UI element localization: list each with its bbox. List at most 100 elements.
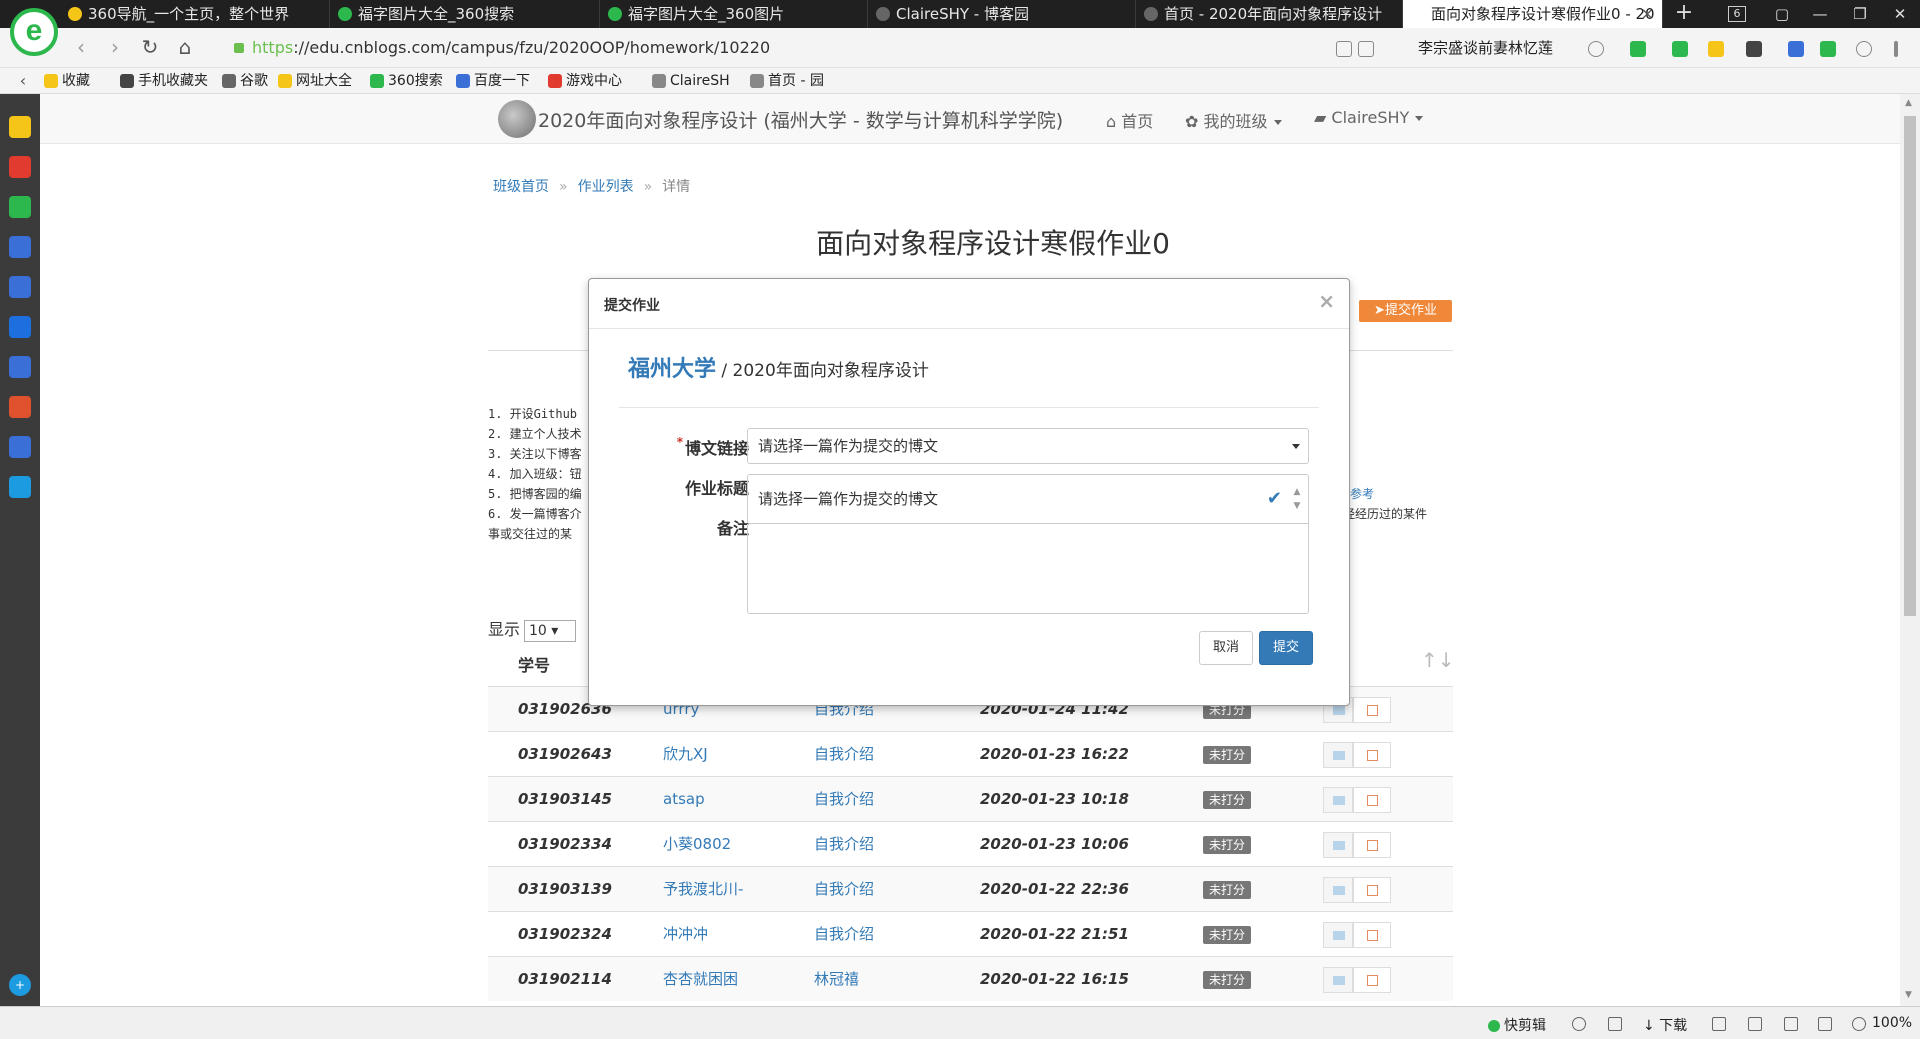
blog-link-select[interactable]: 请选择一篇作为提交的博文 [747,428,1309,464]
view-button[interactable] [1323,832,1353,858]
spinner-arrows-icon[interactable]: ▲ ▼ [1290,485,1304,513]
close-icon[interactable]: × [1318,289,1335,313]
volume-icon[interactable] [1818,1017,1832,1031]
browser-tab[interactable]: 福字图片大全_360搜索 [330,0,600,28]
post-link[interactable]: 自我介绍 [814,732,874,777]
address-hot-search[interactable]: 李宗盛谈前妻林忆莲 [1418,34,1553,62]
scroll-thumb[interactable] [1904,116,1916,616]
scissors-icon[interactable] [1630,41,1646,57]
bookmark-item[interactable]: 游戏中心 [548,68,622,94]
translate-icon[interactable] [1672,41,1688,57]
new-tab-button[interactable]: + [1670,0,1698,28]
bookmark-item[interactable]: 百度一下 [456,68,530,94]
close-window-icon[interactable]: ✕ [1880,0,1920,28]
page-size-select[interactable]: 10 ▾ [524,619,577,642]
browser-tab[interactable]: 面向对象程序设计寒假作业0 - 20 × [1403,0,1663,28]
post-link[interactable]: 林冠禧 [814,957,859,1002]
bookmark-item[interactable]: ClaireSH [652,68,730,94]
nav-home[interactable]: ⌂ 首页 [1106,108,1153,132]
quick-edit-button[interactable]: 快剪辑 [1488,1015,1546,1035]
view-button[interactable] [1323,922,1353,948]
nav-user[interactable]: ▰ ClaireSHY [1314,108,1424,127]
back-icon[interactable]: ‹ [68,36,94,60]
scroll-down-icon[interactable]: ▼ [1905,990,1915,1000]
menu-icon[interactable] [1894,41,1898,57]
undo-icon[interactable] [1856,41,1872,57]
avatar[interactable] [498,100,536,138]
post-link[interactable]: 自我介绍 [814,867,874,912]
sidebar-app-icon[interactable] [9,476,31,498]
sidebar-app-icon[interactable] [9,276,31,298]
bookmarks-toggle-icon[interactable]: ‹ [10,68,36,92]
view-button[interactable] [1323,787,1353,813]
sidebar-add-icon[interactable]: + [9,974,31,996]
clear-icon[interactable] [1748,1017,1762,1031]
grade-button[interactable] [1353,787,1391,813]
window-icon[interactable] [1784,1017,1798,1031]
grade-button[interactable] [1353,967,1391,993]
scroll-up-icon[interactable]: ▲ [1905,98,1915,108]
post-link[interactable]: 自我介绍 [814,912,874,957]
qr-icon[interactable] [1336,41,1352,57]
bookmark-item[interactable]: 手机收藏夹 [120,68,208,94]
sidebar-app-icon[interactable] [9,356,31,378]
sidebar-app-icon[interactable] [9,116,31,138]
browser-tab[interactable]: ClaireSHY - 博客园 [868,0,1136,28]
sidebar-app-icon[interactable] [9,316,31,338]
zoom-level[interactable]: 100% [1872,1015,1912,1031]
student-user-link[interactable]: 予我渡北川- [663,867,743,912]
grade-button[interactable] [1353,922,1391,948]
restore-icon[interactable]: ❐ [1840,0,1880,28]
browser-tab[interactable]: 首页 - 2020年面向对象程序设计 [1136,0,1403,28]
view-button[interactable] [1323,742,1353,768]
sidebar-app-icon[interactable] [9,436,31,458]
sidebar-app-icon[interactable] [9,396,31,418]
tab-count-badge[interactable]: 6 [1728,6,1746,22]
flag-icon[interactable] [1712,1017,1726,1031]
browser-tab[interactable]: 福字图片大全_360图片 [600,0,868,28]
student-user-link[interactable]: 杏杏就困困 [663,957,738,1002]
download-button[interactable]: ↓ 下载 [1643,1015,1687,1035]
sidebar-app-icon[interactable] [9,196,31,218]
bookmark-item[interactable]: 首页 - 园 [750,68,824,94]
bookmark-item[interactable]: 网址大全 [278,68,352,94]
post-link[interactable]: 自我介绍 [814,777,874,822]
cancel-button[interactable]: 取消 [1199,631,1253,665]
breadcrumb-hw-list[interactable]: 作业列表 [578,179,634,195]
grade-button[interactable] [1353,877,1391,903]
student-user-link[interactable]: atsap [663,777,705,822]
speed-icon[interactable] [1572,1017,1586,1031]
tab-close-icon[interactable]: × [1641,0,1654,28]
scrollbar[interactable]: ▲ ▼ [1900,94,1920,1006]
pin-icon[interactable] [1608,1017,1622,1031]
grade-button[interactable] [1353,742,1391,768]
student-user-link[interactable]: 小葵0802 [663,822,731,867]
minimize-icon[interactable]: — [1800,0,1840,28]
remark-textarea[interactable] [747,524,1309,614]
bookmark-item[interactable]: 收藏 [44,68,90,94]
breadcrumb-class-home[interactable]: 班级首页 [493,179,549,195]
student-user-link[interactable]: 欣九XJ [663,732,708,777]
refresh-icon[interactable]: ↻ [137,36,163,60]
site-title[interactable]: 2020年面向对象程序设计 (福州大学 - 数学与计算机科学学院) [538,106,1063,133]
hw-title-input[interactable]: 请选择一篇作为提交的博文 ✔ ▲ ▼ [747,474,1309,524]
sidebar-app-icon[interactable] [9,236,31,258]
forward-icon[interactable]: › [102,36,128,60]
nav-my-class[interactable]: ✿ 我的班级 [1185,108,1282,132]
game-icon[interactable] [1746,41,1762,57]
column-header-student-id[interactable]: 学号 [518,652,550,676]
bookmark-item[interactable]: 谷歌 [222,68,268,94]
submit-homework-button[interactable]: ➤提交作业 [1359,300,1452,322]
shield-icon[interactable] [1708,41,1724,57]
home-icon[interactable]: ⌂ [172,36,198,60]
grade-button[interactable] [1353,832,1391,858]
search-icon[interactable] [1588,41,1604,57]
bookmark-item[interactable]: 360搜索 [370,68,443,94]
sort-icon[interactable]: ↑↓ [1421,648,1455,672]
battery-icon[interactable] [1820,41,1836,57]
post-link[interactable]: 自我介绍 [814,822,874,867]
zoom-icon[interactable] [1852,1017,1866,1031]
url-input[interactable]: https://edu.cnblogs.com/campus/fzu/2020O… [230,34,1390,62]
view-button[interactable] [1323,877,1353,903]
browser-logo[interactable]: e [10,8,58,56]
